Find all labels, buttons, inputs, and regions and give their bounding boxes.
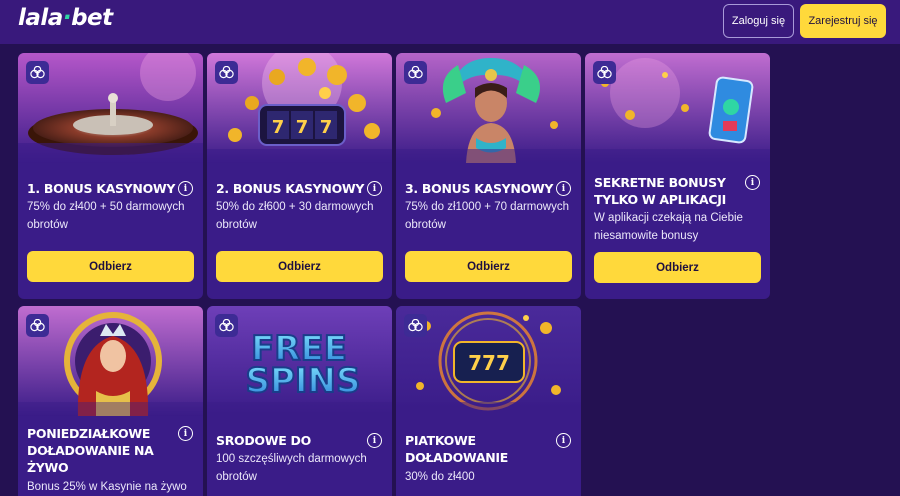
gift-chips-icon <box>215 314 238 337</box>
logo-text-tail: bet <box>71 5 113 31</box>
claim-button[interactable]: Odbierz <box>27 251 194 282</box>
offer-title: SEKRETNE BONUSY TYLKO W APLIKACJI <box>594 175 726 207</box>
gift-chips-icon <box>404 314 427 337</box>
offer-description: 30% do zł400 <box>405 471 475 483</box>
offer-description: 75% do zł1000 + 70 darmowych obrotów <box>405 201 569 231</box>
claim-button[interactable]: Odbierz <box>405 251 572 282</box>
offer-title: 3. BONUS KASYNOWY <box>405 181 554 196</box>
register-button[interactable]: Zarejestruj się <box>800 4 886 38</box>
free-spins-line2: SPINS <box>246 361 361 401</box>
claim-button[interactable]: Odbierz <box>216 251 383 282</box>
offer-card-app-bonuses: SEKRETNE BONUSY TYLKO W APLIKACJI i W ap… <box>585 53 770 299</box>
info-icon[interactable]: i <box>178 181 193 196</box>
gift-chips-icon <box>26 61 49 84</box>
slot-digits: 777 <box>468 351 510 375</box>
info-icon[interactable]: i <box>367 433 382 448</box>
offer-card-casino-bonus-1: 1. BONUS KASYNOWY i 75% do zł400 + 50 da… <box>18 53 203 299</box>
gift-chips-icon <box>215 61 238 84</box>
offer-title: 2. BONUS KASYNOWY <box>216 181 365 196</box>
offer-card-friday-reload: 777 PIATKOWE DOŁADOWANIE i 30% do zł400 <box>396 306 581 496</box>
offer-card-wednesday: FREE SPINS SRODOWE DO i 100 szczęśliwych… <box>207 306 392 496</box>
lalabet-logo[interactable]: lala·bet <box>18 5 113 31</box>
logo-text-main: lala <box>18 5 63 31</box>
gift-chips-icon <box>26 314 49 337</box>
offer-card-casino-bonus-3: 3. BONUS KASYNOWY i 75% do zł1000 + 70 d… <box>396 53 581 299</box>
offer-description: Bonus 25% w Kasynie na żywo <box>27 481 187 493</box>
claim-button[interactable]: Odbierz <box>594 252 761 283</box>
offer-title: PONIEDZIAŁKOWE DOŁADOWANIE NA ŻYWO <box>27 426 154 475</box>
offer-description: 75% do zł400 + 50 darmowych obrotów <box>27 201 185 231</box>
gift-chips-icon <box>593 61 616 84</box>
svg-text:7: 7 <box>320 117 333 138</box>
offer-title: 1. BONUS KASYNOWY <box>27 181 176 196</box>
info-icon[interactable]: i <box>556 181 571 196</box>
offer-description: 50% do zł600 + 30 darmowych obrotów <box>216 201 374 231</box>
info-icon[interactable]: i <box>556 433 571 448</box>
gift-chips-icon <box>404 61 427 84</box>
offer-title: SRODOWE DO <box>216 433 311 448</box>
offer-card-monday-reload: PONIEDZIAŁKOWE DOŁADOWANIE NA ŻYWO i Bon… <box>18 306 203 496</box>
info-icon[interactable]: i <box>745 175 760 190</box>
info-icon[interactable]: i <box>367 181 382 196</box>
logo-dot: · <box>62 5 72 31</box>
offer-title: PIATKOWE DOŁADOWANIE <box>405 433 508 465</box>
info-icon[interactable]: i <box>178 426 193 441</box>
top-bar: lala·bet Zaloguj się Zarejestruj się <box>0 0 900 44</box>
svg-text:7: 7 <box>272 117 285 138</box>
offer-description: 100 szczęśliwych darmowych obrotów <box>216 453 367 483</box>
login-button[interactable]: Zaloguj się <box>723 4 794 38</box>
offer-description: W aplikacji czekają na Ciebie niesamowit… <box>594 212 743 242</box>
svg-text:7: 7 <box>296 117 309 138</box>
offer-card-casino-bonus-2: 7 7 7 2. BONUS KASYNOWY i 50% do zł600 +… <box>207 53 392 299</box>
